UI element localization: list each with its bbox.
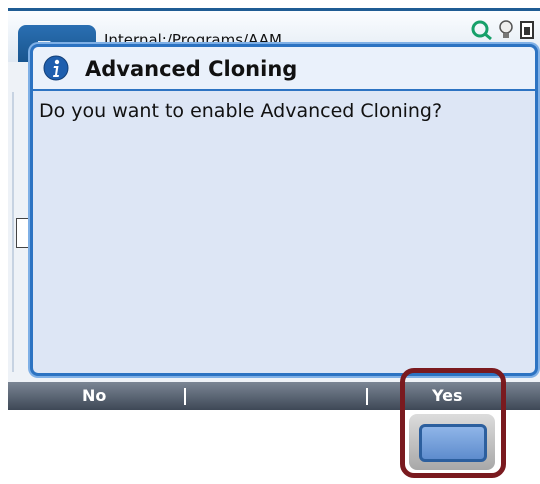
- search-icon: [471, 20, 492, 41]
- info-icon: [43, 55, 69, 81]
- status-icons: [470, 19, 540, 41]
- dialog-title: Advanced Cloning: [85, 57, 298, 81]
- softkey-divider: [366, 388, 368, 405]
- lightbulb-icon: [499, 20, 513, 38]
- dialog-header: Advanced Cloning: [33, 47, 535, 91]
- device-screen: Internal:/Programs/AAM 5: [8, 0, 540, 410]
- confirm-dialog: Advanced Cloning Do you want to enable A…: [30, 44, 538, 376]
- softkey-divider: [184, 388, 186, 405]
- softkey-no[interactable]: No: [82, 386, 106, 405]
- dialog-message: Do you want to enable Advanced Cloning?: [39, 100, 443, 122]
- battery-icon: [520, 21, 534, 39]
- yes-hardware-button-face: [419, 424, 487, 462]
- yes-hardware-button[interactable]: [409, 414, 495, 470]
